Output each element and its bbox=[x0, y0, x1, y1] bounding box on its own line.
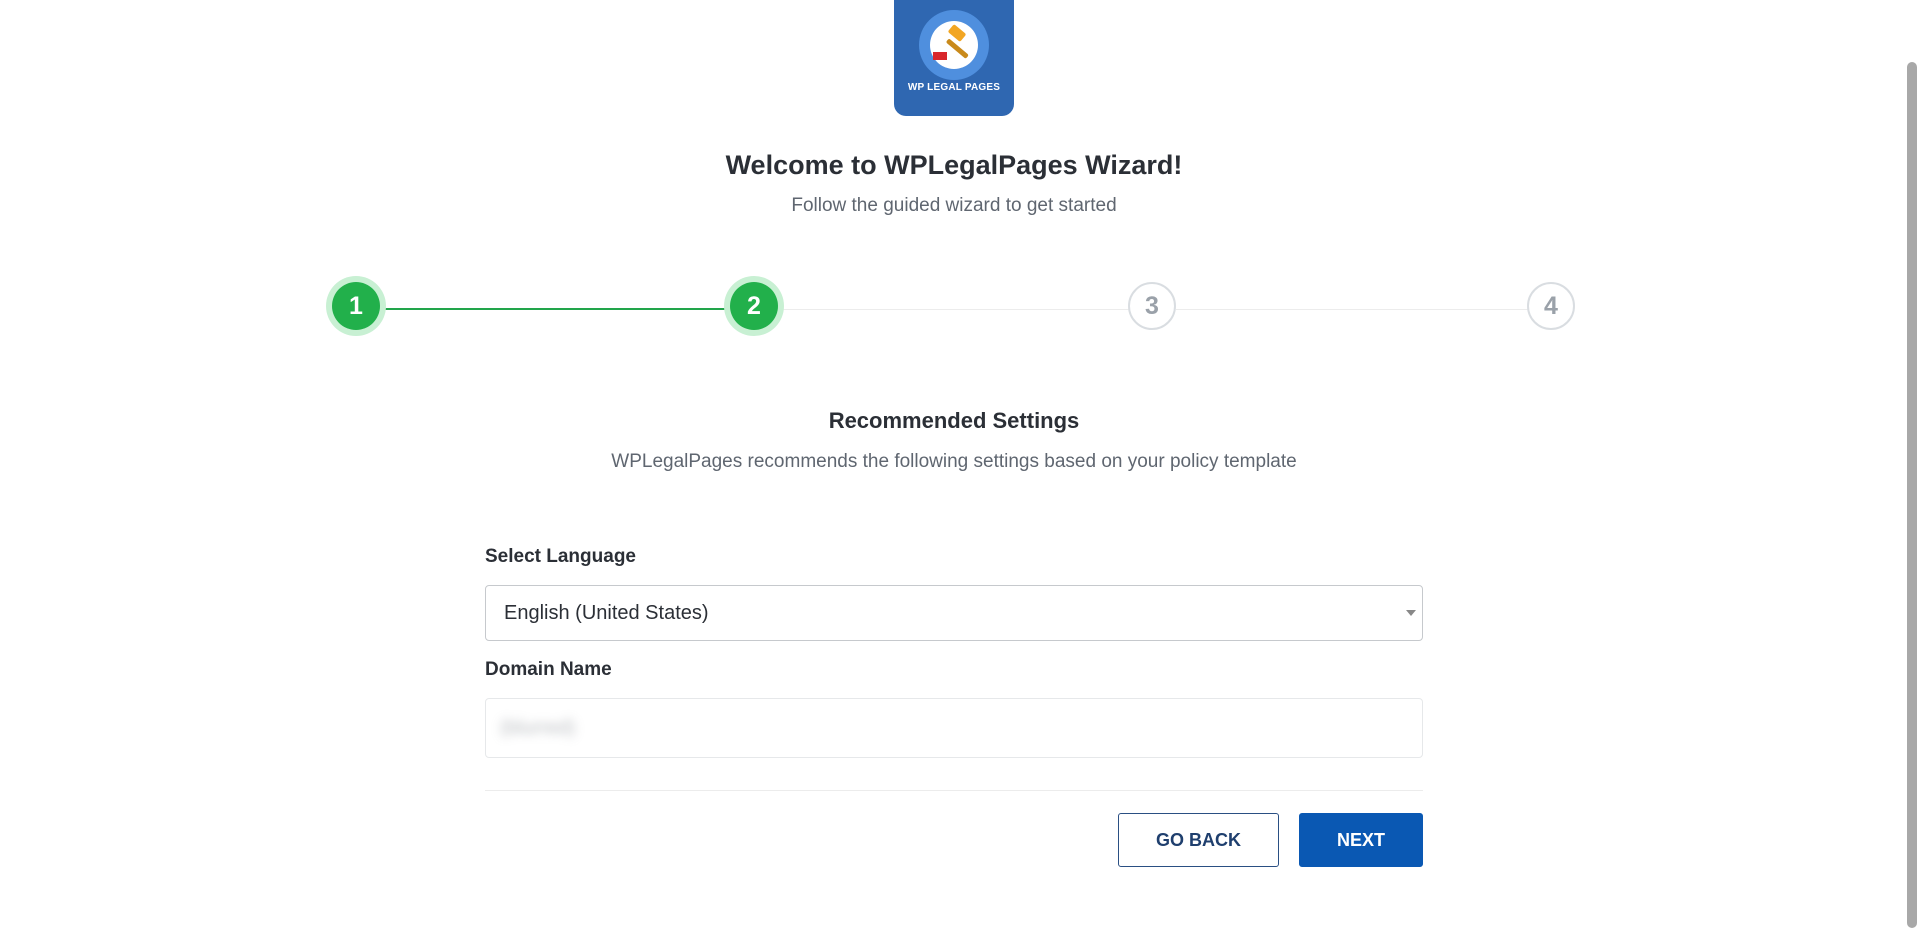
chevron-down-icon bbox=[1406, 610, 1416, 616]
step-connector bbox=[1176, 309, 1550, 310]
next-button[interactable]: NEXT bbox=[1299, 813, 1423, 867]
go-back-button[interactable]: GO BACK bbox=[1118, 813, 1279, 867]
step-connector-complete bbox=[380, 308, 754, 310]
domain-name-value: (blurred) bbox=[500, 716, 576, 739]
wizard-page: WP LEGAL PAGES Welcome to WPLegalPages W… bbox=[0, 0, 1920, 928]
page-title: Welcome to WPLegalPages Wizard! bbox=[725, 150, 1183, 180]
step-connector bbox=[778, 309, 1152, 310]
gavel-icon bbox=[919, 10, 989, 80]
domain-name-input[interactable]: (blurred) bbox=[485, 698, 1423, 758]
domain-label: Domain Name bbox=[485, 659, 612, 680]
wizard-stepper: 1 2 3 4 bbox=[0, 282, 1920, 336]
wp-legal-pages-logo: WP LEGAL PAGES bbox=[894, 0, 1014, 116]
logo-text: WP LEGAL PAGES bbox=[907, 82, 1001, 93]
step-4[interactable]: 4 bbox=[1527, 282, 1575, 330]
section-description: WPLegalPages recommends the following se… bbox=[611, 451, 1297, 472]
step-2[interactable]: 2 bbox=[730, 282, 778, 330]
wizard-actions: GO BACK NEXT bbox=[1118, 813, 1423, 867]
step-1[interactable]: 1 bbox=[332, 282, 380, 330]
language-select[interactable]: English (United States) bbox=[485, 585, 1423, 641]
language-select-value: English (United States) bbox=[504, 601, 709, 624]
language-label: Select Language bbox=[485, 546, 636, 567]
section-title: Recommended Settings bbox=[828, 408, 1080, 433]
step-3[interactable]: 3 bbox=[1128, 282, 1176, 330]
page-subtitle: Follow the guided wizard to get started bbox=[791, 195, 1117, 216]
scrollbar[interactable] bbox=[1903, 0, 1920, 928]
settings-form: Select Language English (United States) … bbox=[485, 546, 1423, 791]
scrollbar-thumb[interactable] bbox=[1907, 62, 1917, 928]
form-divider bbox=[485, 790, 1423, 791]
